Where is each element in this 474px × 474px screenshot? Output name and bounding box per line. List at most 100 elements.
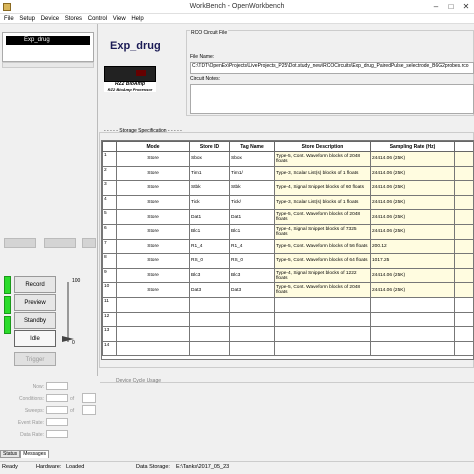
mode-cell[interactable]: Store (116, 223, 190, 240)
menu-device[interactable]: Device (41, 14, 59, 24)
store-id-cell[interactable] (189, 296, 230, 313)
col-header-tag-name[interactable]: Tag Name (229, 141, 275, 152)
minimize-button[interactable]: – (430, 2, 442, 12)
store-id-cell[interactable]: R1_4 (189, 238, 230, 255)
store-id-cell[interactable] (189, 326, 230, 342)
sampling-rate-cell[interactable]: 24414.06 (25K) (370, 151, 455, 167)
table-row[interactable]: 9 Store Blc3 Blc3 Type-4, Signal Snippet blo… (102, 267, 473, 284)
menu-setup[interactable]: Setup (19, 14, 35, 24)
storage-table[interactable]: Mode Store ID Tag Name Store Description… (101, 140, 474, 360)
menu-view[interactable]: View (113, 14, 126, 24)
menu-help[interactable]: Help (131, 14, 143, 24)
sampling-rate-cell[interactable]: 24414.06 (25K) (370, 223, 455, 240)
table-row[interactable]: 8 Store RS_0 RS_0 Type-5, Cont. Waveform blo… (102, 253, 473, 269)
store-description-cell[interactable]: Type-3, Scalar List(s) blocks of 1 float… (274, 165, 371, 182)
tag-name-cell[interactable]: R1_4 (229, 238, 275, 255)
tree-scrollbar[interactable] (2, 62, 94, 68)
sweeps-field[interactable] (46, 406, 68, 414)
store-description-cell[interactable] (274, 296, 371, 313)
table-row[interactable]: 10 Store Dat3 Dat3 Type-5, Cont. Waveform bl… (102, 282, 473, 298)
table-row[interactable]: 11 (102, 296, 473, 313)
level-slider-track[interactable] (67, 282, 69, 342)
store-description-cell[interactable]: Type-4, Signal Snippet blocks of 60 floa… (274, 180, 371, 196)
preview-button[interactable]: Preview (14, 294, 56, 311)
tag-name-cell[interactable] (229, 326, 275, 342)
mode-cell[interactable] (116, 296, 190, 313)
store-id-cell[interactable]: Dat3 (189, 282, 230, 298)
extra-cell[interactable] (454, 151, 473, 167)
tag-name-cell[interactable]: Tick/ (229, 194, 275, 211)
tag-name-cell[interactable]: Blc3 (229, 267, 275, 284)
sampling-rate-cell[interactable]: 24414.06 (25K) (370, 282, 455, 298)
store-description-cell[interactable] (274, 311, 371, 328)
mode-cell[interactable]: Store (116, 238, 190, 255)
tag-name-cell[interactable]: Sbox (229, 151, 275, 167)
table-row[interactable]: 1 Store Sbox Sbox Type-5, Cont. Waveform blo… (102, 151, 473, 167)
store-description-cell[interactable] (274, 326, 371, 342)
extra-cell[interactable] (454, 296, 473, 313)
table-row[interactable]: 4 Store Tick Tick/Type-3, Scalar List(s) bl… (102, 194, 473, 211)
tab-messages[interactable]: Messages (20, 450, 49, 458)
record-button[interactable]: Record (14, 276, 56, 293)
store-description-cell[interactable]: Type-3, Scalar List(s) blocks of 1 float… (274, 194, 371, 211)
table-row[interactable]: 13 (102, 326, 473, 342)
store-id-cell[interactable]: Blc1 (189, 223, 230, 240)
now-field[interactable] (46, 382, 68, 390)
extra-cell[interactable] (454, 180, 473, 196)
store-description-cell[interactable] (274, 340, 371, 357)
extra-cell[interactable] (454, 194, 473, 211)
sampling-rate-cell[interactable]: 24414.06 (25K) (370, 209, 455, 225)
sampling-rate-cell[interactable]: 24414.06 (25K) (370, 267, 455, 284)
tag-name-cell[interactable]: Tim1/ (229, 165, 275, 182)
store-id-cell[interactable]: Tick (189, 194, 230, 211)
maximize-button[interactable]: □ (445, 2, 457, 12)
mode-cell[interactable]: Store (116, 180, 190, 196)
store-description-cell[interactable]: Type-5, Cont. Waveform blocks of 56 floa… (274, 238, 371, 255)
store-description-cell[interactable]: Type-5, Cont. Waveform blocks of 64 floa… (274, 253, 371, 269)
event-rate-field[interactable] (46, 418, 68, 426)
tag-name-cell[interactable]: Dat1 (229, 209, 275, 225)
table-row[interactable]: 2 Store Tim1 Tim1/Type-3, Scalar List(s) bl… (102, 165, 473, 182)
mode-cell[interactable]: Store (116, 267, 190, 284)
menu-file[interactable]: File (4, 14, 14, 24)
tag-name-cell[interactable]: Stbk (229, 180, 275, 196)
mode-cell[interactable]: Store (116, 165, 190, 182)
store-description-cell[interactable]: Type-5, Cont. Waveform blocks of 2048 fl… (274, 282, 371, 298)
table-row[interactable]: 6 Store Blc1 Blc1 Type-4, Signal Snippet blo… (102, 223, 473, 240)
conditions-field[interactable] (46, 394, 68, 402)
extra-cell[interactable] (454, 326, 473, 342)
sampling-rate-cell[interactable]: 200.12 (370, 238, 455, 255)
mode-cell[interactable]: Store (116, 253, 190, 269)
col-header-store-description[interactable]: Store Description (274, 141, 371, 152)
store-id-cell[interactable]: Tim1 (189, 165, 230, 182)
store-id-cell[interactable] (189, 311, 230, 328)
extra-cell[interactable] (454, 209, 473, 225)
table-row[interactable]: 7 Store R1_4 R1_4 Type-5, Cont. Waveform blo… (102, 238, 473, 255)
extra-cell[interactable] (454, 165, 473, 182)
mode-cell[interactable] (116, 326, 190, 342)
tag-name-cell[interactable]: Dat3 (229, 282, 275, 298)
mode-cell[interactable] (116, 311, 190, 328)
extra-cell[interactable] (454, 340, 473, 357)
tree-item-exp-drug[interactable]: Exp_drug (6, 36, 90, 45)
extra-cell[interactable] (454, 223, 473, 240)
mode-cell[interactable]: Store (116, 282, 190, 298)
mode-cell[interactable]: Store (116, 194, 190, 211)
store-id-cell[interactable]: Dat1 (189, 209, 230, 225)
tag-name-cell[interactable]: Blc1 (229, 223, 275, 240)
extra-cell[interactable] (454, 253, 473, 269)
trigger-button[interactable]: Trigger (14, 352, 56, 366)
sweeps-total-field[interactable] (82, 405, 96, 415)
sampling-rate-cell[interactable]: 24414.06 (25K) (370, 194, 455, 211)
store-id-cell[interactable] (189, 340, 230, 357)
close-button[interactable]: ✕ (460, 2, 472, 12)
table-row[interactable]: 5 Store Dat1 Dat1 Type-5, Cont. Waveform blo… (102, 209, 473, 225)
sampling-rate-cell[interactable] (370, 296, 455, 313)
tag-name-cell[interactable]: RS_0 (229, 253, 275, 269)
tag-name-cell[interactable] (229, 340, 275, 357)
filename-field[interactable]: C:\TDT\OpenEx\Projects\LiveProjects_P25\… (190, 62, 474, 74)
tag-name-cell[interactable] (229, 296, 275, 313)
store-id-cell[interactable]: Blc3 (189, 267, 230, 284)
tag-name-cell[interactable] (229, 311, 275, 328)
block-tree[interactable]: Exp_drug (2, 32, 94, 62)
